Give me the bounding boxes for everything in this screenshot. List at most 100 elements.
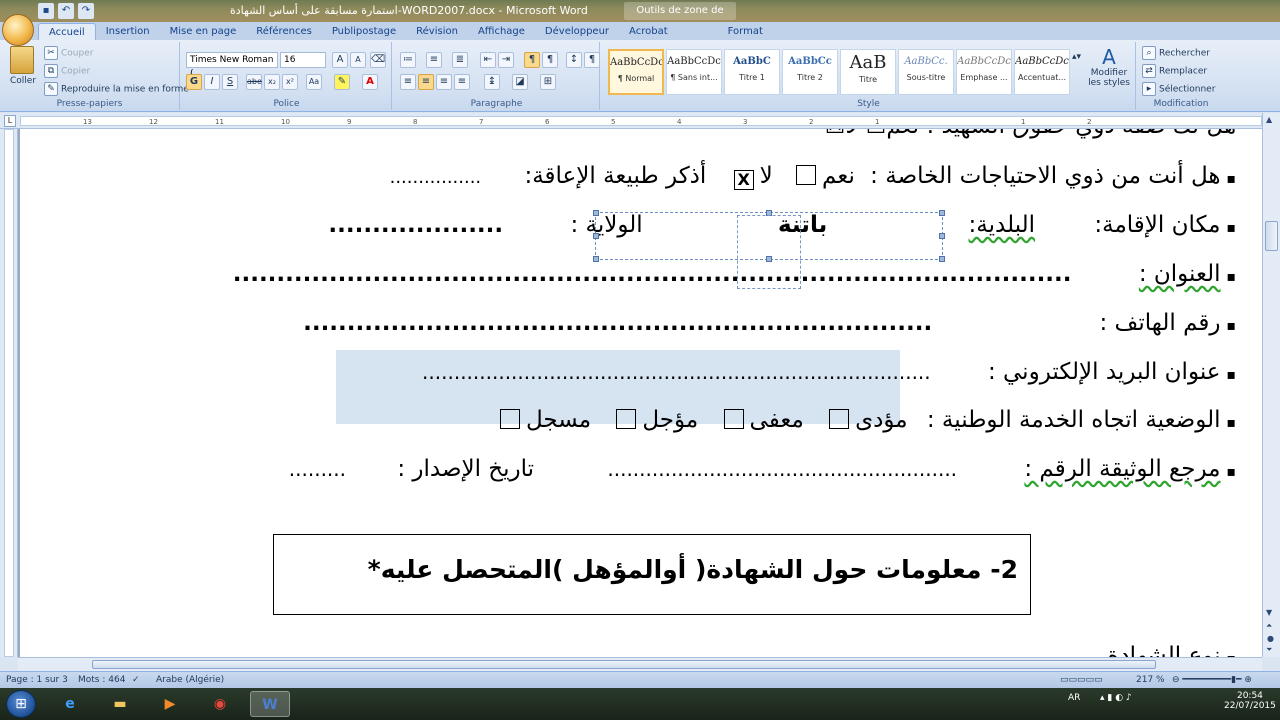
checkbox-yes[interactable] [796,165,817,185]
office-button[interactable] [2,14,34,46]
shrink-font-button[interactable]: A [350,52,366,68]
paste-icon[interactable] [10,46,34,74]
horizontal-ruler[interactable]: L 13 12 11 10 9 8 7 6 5 4 3 2 1 1 2 [0,113,1280,129]
bold-button[interactable]: G [186,74,202,90]
strikethrough-button[interactable]: abe [246,74,262,90]
style-no-spacing[interactable]: AaBbCcDc ¶ Sans int... [666,49,722,95]
style-subtitle[interactable]: AaBbCc. Sous-titre [898,49,954,95]
checkbox-no[interactable]: X [733,170,754,190]
multilevel-list-icon[interactable]: ≣ [452,52,468,68]
font-color-icon[interactable]: A [362,74,378,90]
copy-button[interactable]: ⧉ Copier [44,64,90,78]
document-page[interactable]: هل لك صفة ذوي حقوق الشهيد : نعم☐ لا☒ ▪هل… [20,129,1262,657]
subscript-button[interactable]: x₂ [264,74,280,90]
show-marks-icon[interactable]: ¶ [584,52,600,68]
numbering-icon[interactable]: ≡ [426,52,442,68]
align-right-icon[interactable]: ≡ [436,74,452,90]
clock[interactable]: 20:54 22/07/2015 [1224,691,1276,711]
replace-button[interactable]: ⇄ Remplacer [1142,64,1207,78]
font-size-box[interactable]: 16 [280,52,326,68]
tab-format[interactable]: Format [718,23,773,40]
word-count[interactable]: Mots : 464 [78,675,125,685]
decrease-indent-icon[interactable]: ⇤ [480,52,496,68]
media-player-icon[interactable]: ▶ [150,691,190,717]
undo-icon[interactable]: ↶ [58,3,74,19]
borders-icon[interactable]: ⊞ [540,74,556,90]
shading-icon[interactable]: ◪ [512,74,528,90]
page-count[interactable]: Page : 1 sur 3 [6,675,68,685]
tab-references[interactable]: Références [246,23,322,40]
next-page-icon[interactable]: ⏷ [1266,645,1272,655]
zoom-slider[interactable]: ⊖ ━━━━━━━━━▮━ ⊕ [1172,675,1252,685]
doc-line-email: ▪عنوان البريد الإلكتروني : .............… [422,359,1236,385]
sort-icon[interactable]: ↕ [566,52,582,68]
grow-font-button[interactable]: A [332,52,348,68]
vertical-ruler[interactable] [0,129,18,657]
tab-publipostage[interactable]: Publipostage [322,23,406,40]
tab-affichage[interactable]: Affichage [468,23,535,40]
input-language[interactable]: AR [1068,693,1080,703]
checkbox-served[interactable] [829,409,850,429]
style-heading-2[interactable]: AaBbCc Titre 2 [782,49,838,95]
line-spacing-icon[interactable]: ↨ [484,74,500,90]
internet-explorer-icon[interactable]: e [50,691,90,717]
tab-acrobat[interactable]: Acrobat [619,23,678,40]
bullets-icon[interactable]: ≔ [400,52,416,68]
increase-indent-icon[interactable]: ⇥ [498,52,514,68]
style-title[interactable]: AaB Titre [840,49,896,95]
folder-icon[interactable]: ▬ [100,691,140,717]
clear-format-icon[interactable]: ⌫ [370,52,386,68]
align-left-icon[interactable]: ≡ [400,74,416,90]
find-button[interactable]: ⌕ Rechercher [1142,46,1210,60]
spellcheck-icon[interactable]: ✓ [132,675,140,685]
start-button-icon[interactable]: ⊞ [6,690,36,718]
horizontal-scrollbar[interactable] [18,657,1262,671]
save-icon[interactable]: ▪ [38,3,54,19]
style-emphasis[interactable]: AaBbCcDc Accentuat... [1014,49,1070,95]
checkbox-registered[interactable] [499,409,520,429]
justify-icon[interactable]: ≡ [454,74,470,90]
tab-revision[interactable]: Révision [406,23,468,40]
font-name-box[interactable]: Times New Roman ( [186,52,278,79]
highlight-icon[interactable]: ✎ [334,74,350,90]
redo-icon[interactable]: ↷ [78,3,94,19]
scroll-up-icon[interactable]: ▲ [1266,115,1272,124]
tab-selector-icon[interactable]: L [4,115,16,127]
zoom-level[interactable]: 217 % [1136,675,1165,685]
language-indicator[interactable]: Arabe (Algérie) [156,675,224,685]
ltr-direction-icon[interactable]: ¶ [542,52,558,68]
change-styles-button[interactable]: A Modifier les styles [1084,46,1134,88]
checkbox-postponed[interactable] [616,409,637,429]
paste-button[interactable]: Coller [10,76,36,86]
browse-object-icon[interactable]: ● [1267,634,1274,643]
word-taskbar-icon[interactable]: W [250,691,290,717]
checkbox-exempt[interactable] [723,409,744,429]
change-case-button[interactable]: Aa [306,74,322,90]
superscript-button[interactable]: x² [282,74,298,90]
view-buttons-icon[interactable]: ▭▭▭▭▭ [1060,675,1103,685]
previous-page-icon[interactable]: ⏶ [1266,621,1272,631]
chrome-icon[interactable]: ◉ [200,691,240,717]
styles-scroll-icon[interactable]: ▴▾ [1072,52,1081,62]
tray-icons[interactable]: ▴ ▮ ◐ ♪ [1100,693,1132,703]
rtl-direction-icon[interactable]: ¶ [524,52,540,68]
style-normal[interactable]: AaBbCcDc ¶ Normal [608,49,664,95]
tab-insertion[interactable]: Insertion [96,23,160,40]
align-center-icon[interactable]: ≡ [418,74,434,90]
tab-developpeur[interactable]: Développeur [535,23,619,40]
horizontal-scroll-thumb[interactable] [92,660,1156,669]
tab-accueil[interactable]: Accueil [38,23,96,40]
select-button[interactable]: ▸ Sélectionner [1142,82,1215,96]
format-painter-button[interactable]: ✎ Reproduire la mise en forme [44,82,189,96]
style-subtle-emphasis[interactable]: AaBbCcDc Emphase ... [956,49,1012,95]
underline-button[interactable]: S [222,74,238,90]
scissors-icon: ✂ [44,46,58,60]
vertical-scrollbar[interactable]: ▲ ▼ ⏶ ● ⏷ [1262,113,1280,657]
vertical-scroll-thumb[interactable] [1265,221,1278,251]
cut-button[interactable]: ✂ Couper [44,46,93,60]
italic-button[interactable]: I [204,74,220,90]
scroll-down-icon[interactable]: ▼ [1266,608,1272,617]
style-heading-1[interactable]: AaBbC Titre 1 [724,49,780,95]
document-area: هل لك صفة ذوي حقوق الشهيد : نعم☐ لا☒ ▪هل… [0,129,1262,657]
tab-mise-en-page[interactable]: Mise en page [160,23,247,40]
